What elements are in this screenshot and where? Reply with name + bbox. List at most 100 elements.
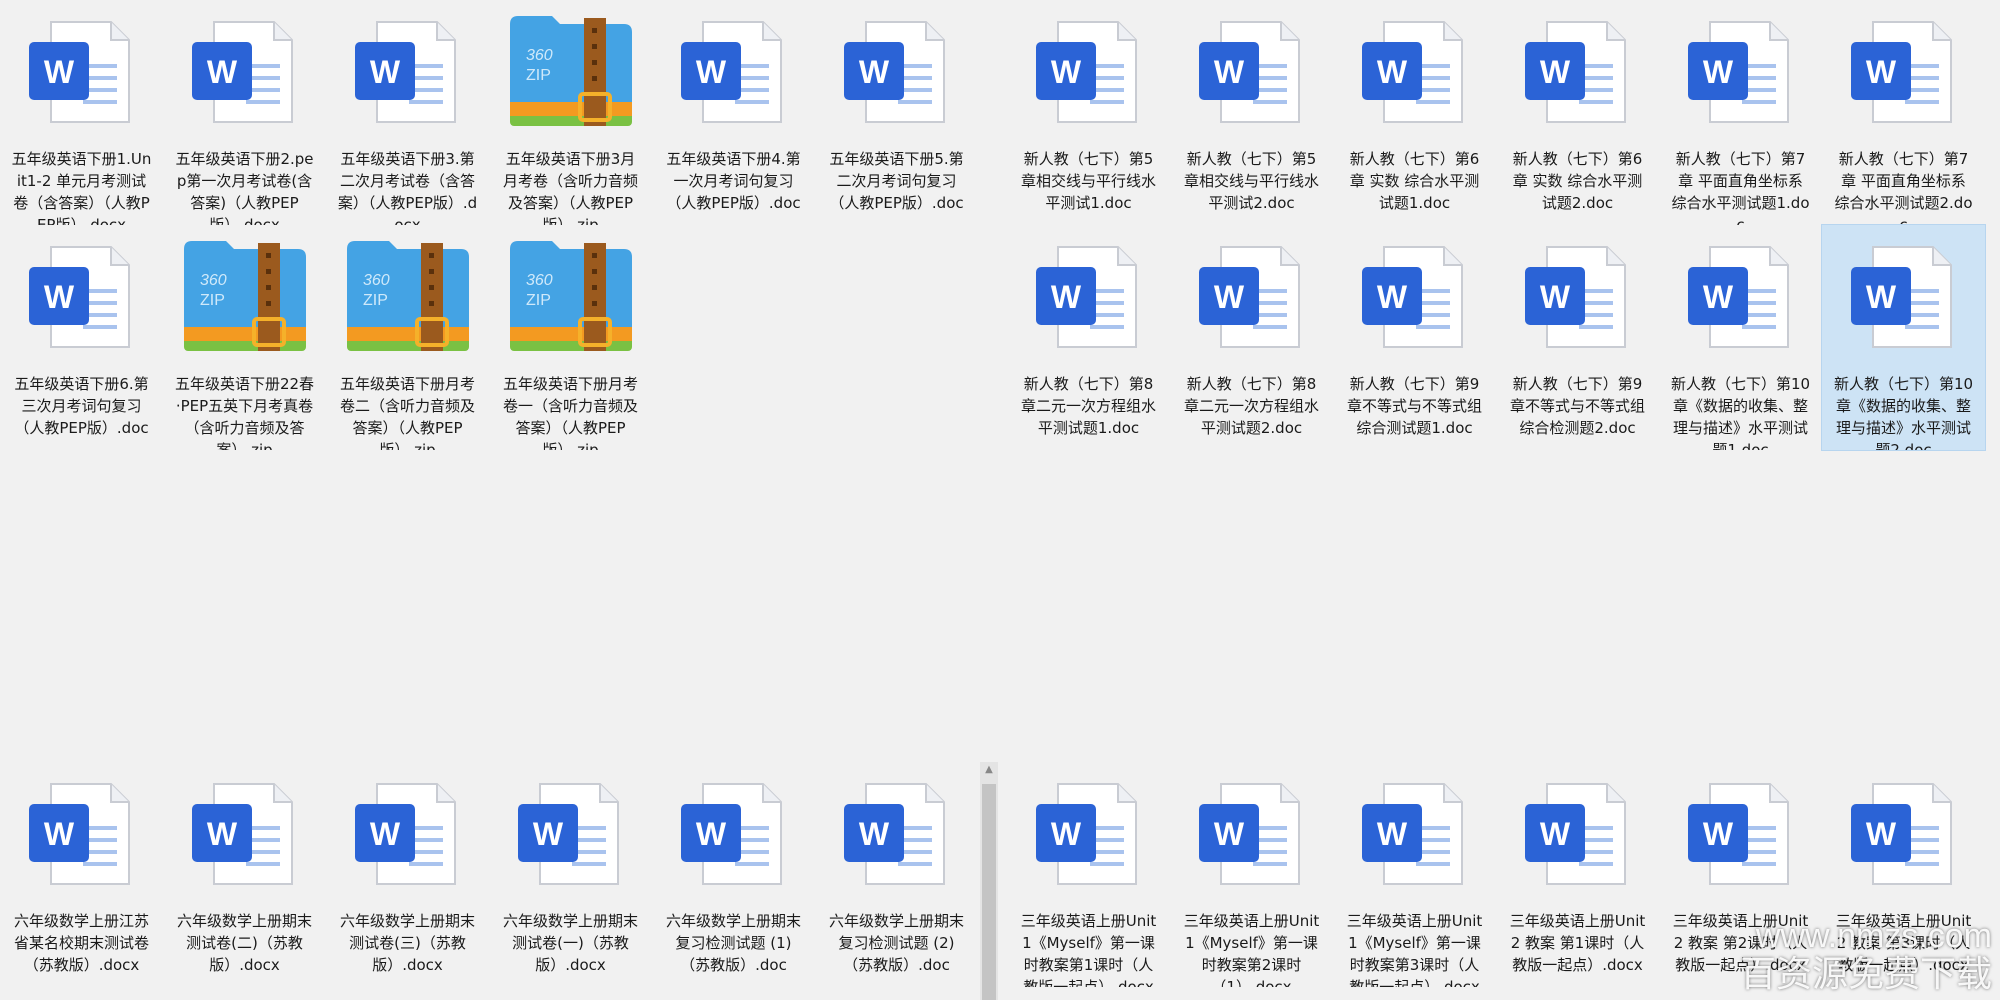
word-document-icon: W [1026, 14, 1152, 132]
svg-text:W: W [1213, 279, 1244, 315]
file-item[interactable]: 360 ZIP 五年级英语下册3月月考卷（含听力音频及答案）（人教PEP版）.zip [489, 0, 652, 225]
word-document-icon: W [671, 776, 797, 894]
word-document-icon: W [508, 776, 634, 894]
watermark-url: www.nmzs.com [1755, 917, 1992, 955]
word-document-icon: W [1352, 776, 1478, 894]
file-panel-bottom-left: W 六年级数学上册江苏省某名校期末测试卷（苏教版）.docx W 六年级数学上册期末测… [0, 762, 990, 987]
file-item[interactable]: 360 ZIP 五年级英语下册月考卷一（含听力音频及答案）（人教PEP版）.zip [489, 225, 652, 450]
word-document-icon: W [1515, 14, 1641, 132]
svg-text:W: W [43, 54, 74, 90]
file-item[interactable]: W 六年级数学上册江苏省某名校期末测试卷（苏教版）.docx [0, 762, 163, 987]
file-item[interactable]: W 新人教（七下）第7章 平面直角坐标系 综合水平测试题1.doc [1659, 0, 1822, 225]
word-document-icon: W [1352, 239, 1478, 357]
svg-text:W: W [1376, 279, 1407, 315]
svg-text:W: W [1702, 54, 1733, 90]
svg-text:W: W [858, 816, 889, 852]
word-document-icon: W [1678, 239, 1804, 357]
svg-text:W: W [1865, 54, 1896, 90]
file-name-label: 五年级英语下册6.第三次月考词句复习（人教PEP版）.doc [14, 375, 149, 437]
word-document-icon: W [671, 14, 797, 132]
file-item[interactable]: W 五年级英语下册6.第三次月考词句复习（人教PEP版）.doc [0, 225, 163, 450]
word-document-icon: W [182, 14, 308, 132]
file-name-label: 五年级英语下册3月月考卷（含听力音频及答案）（人教PEP版）.zip [502, 150, 638, 225]
file-grid: W 新人教（七下）第5章相交线与平行线水平测试1.doc W 新人教（七下）第5章相交… [1007, 0, 1997, 451]
svg-text:ZIP: ZIP [526, 292, 551, 309]
svg-text:W: W [1702, 279, 1733, 315]
svg-text:W: W [1050, 279, 1081, 315]
word-document-icon: W [1841, 239, 1967, 357]
word-document-icon: W [345, 14, 471, 132]
file-name-label: 新人教（七下）第8章二元一次方程组水平测试题1.doc [1020, 375, 1156, 437]
svg-text:W: W [1539, 279, 1570, 315]
file-item[interactable]: W 五年级英语下册1.Unit1-2 单元月考测试卷（含答案）（人教PEP版）.d… [0, 0, 163, 225]
file-item[interactable]: W 新人教（七下）第10章《数据的收集、整理与描述》水平测试题2.doc [1821, 224, 1986, 451]
file-item[interactable]: W 五年级英语下册2.pep第一次月考试卷(含答案)（人教PEP版）.docx [163, 0, 326, 225]
file-name-label: 新人教（七下）第10章《数据的收集、整理与描述》水平测试题2.doc [1833, 375, 1974, 450]
file-item[interactable]: W 三年级英语上册Unit 1《Myself》第一课时教案第2课时（1）.docx [1170, 762, 1333, 987]
file-name-label: 五年级英语下册2.pep第一次月考试卷(含答案)（人教PEP版）.docx [175, 150, 314, 225]
file-item[interactable]: W 新人教（七下）第5章相交线与平行线水平测试2.doc [1170, 0, 1333, 225]
word-document-icon: W [19, 14, 145, 132]
file-item[interactable]: W 新人教（七下）第6章 实数 综合水平测试题2.doc [1496, 0, 1659, 225]
vertical-scrollbar[interactable]: ▲ [980, 762, 998, 1000]
svg-text:W: W [43, 279, 74, 315]
file-item[interactable]: W 新人教（七下）第7章 平面直角坐标系 综合水平测试题2.doc [1822, 0, 1985, 225]
file-item[interactable]: W 三年级英语上册Unit 1《Myself》第一课时教案第1课时（人教版一起点）… [1007, 762, 1170, 987]
word-document-icon: W [1515, 239, 1641, 357]
file-item[interactable]: W 新人教（七下）第9章不等式与不等式组综合检测题2.doc [1496, 225, 1659, 450]
file-item[interactable]: W 五年级英语下册5.第二次月考词句复习（人教PEP版）.doc [815, 0, 978, 225]
file-item[interactable]: 360 ZIP 五年级英语下册月考卷二（含听力音频及答案）（人教PEP版）.zip [326, 225, 489, 450]
word-document-icon: W [1678, 776, 1804, 894]
file-item[interactable]: W 六年级数学上册期末测试卷(一)（苏教版）.docx [489, 762, 652, 987]
svg-text:W: W [1213, 54, 1244, 90]
file-item[interactable]: W 新人教（七下）第8章二元一次方程组水平测试题1.doc [1007, 225, 1170, 450]
svg-text:360: 360 [200, 272, 227, 289]
svg-text:W: W [695, 54, 726, 90]
zip-archive-icon: 360 ZIP [508, 14, 634, 132]
file-item[interactable]: W 六年级数学上册期末测试卷(三)（苏教版）.docx [326, 762, 489, 987]
zip-archive-icon: 360 ZIP [182, 239, 308, 357]
file-item[interactable]: W 六年级数学上册期末复习检测试题 (2)（苏教版）.doc [815, 762, 978, 987]
word-document-icon: W [1352, 14, 1478, 132]
file-grid: W 六年级数学上册江苏省某名校期末测试卷（苏教版）.docx W 六年级数学上册期末测… [0, 762, 990, 987]
svg-text:W: W [1865, 279, 1896, 315]
file-item[interactable]: W 六年级数学上册期末测试卷(二)（苏教版）.docx [163, 762, 326, 987]
zip-archive-icon: 360 ZIP [508, 239, 634, 357]
svg-text:W: W [206, 54, 237, 90]
file-panel-top-left: W 五年级英语下册1.Unit1-2 单元月考测试卷（含答案）（人教PEP版）.d… [0, 0, 990, 450]
svg-text:W: W [1050, 816, 1081, 852]
file-name-label: 新人教（七下）第8章二元一次方程组水平测试题2.doc [1183, 375, 1319, 437]
file-item[interactable]: W 三年级英语上册Unit 1《Myself》第一课时教案第3课时（人教版一起点）… [1333, 762, 1496, 987]
file-name-label: 六年级数学上册期末复习检测试题 (1)（苏教版）.doc [665, 912, 801, 974]
scrollbar-thumb[interactable] [982, 784, 996, 1000]
svg-text:ZIP: ZIP [363, 292, 388, 309]
word-document-icon: W [1189, 14, 1315, 132]
file-item[interactable]: W 新人教（七下）第10章《数据的收集、整理与描述》水平测试题1.doc [1659, 225, 1822, 450]
file-name-label: 五年级英语下册5.第二次月考词句复习（人教PEP版）.doc [829, 150, 964, 212]
svg-text:W: W [1539, 816, 1570, 852]
file-name-label: 五年级英语下册1.Unit1-2 单元月考测试卷（含答案）（人教PEP版）.do… [11, 150, 152, 225]
file-item[interactable]: W 新人教（七下）第6章 实数 综合水平测试题1.doc [1333, 0, 1496, 225]
file-name-label: 五年级英语下册月考卷一（含听力音频及答案）（人教PEP版）.zip [502, 375, 638, 450]
file-item[interactable]: W 五年级英语下册4.第一次月考词句复习（人教PEP版）.doc [652, 0, 815, 225]
file-name-label: 五年级英语下册22春·PEP五英下月考真卷（含听力音频及答案）.zip [174, 375, 315, 450]
svg-text:W: W [1865, 816, 1896, 852]
file-item[interactable]: W 新人教（七下）第9章不等式与不等式组综合测试题1.doc [1333, 225, 1496, 450]
file-name-label: 新人教（七下）第5章相交线与平行线水平测试2.doc [1183, 150, 1319, 212]
svg-text:W: W [1376, 54, 1407, 90]
file-name-label: 五年级英语下册4.第一次月考词句复习（人教PEP版）.doc [666, 150, 801, 212]
file-item[interactable]: W 新人教（七下）第5章相交线与平行线水平测试1.doc [1007, 0, 1170, 225]
file-name-label: 六年级数学上册期末测试卷(三)（苏教版）.docx [339, 912, 475, 974]
file-item[interactable]: W 五年级英语下册3.第二次月考试卷（含答案）（人教PEP版）.docx [326, 0, 489, 225]
file-item[interactable]: W 六年级数学上册期末复习检测试题 (1)（苏教版）.doc [652, 762, 815, 987]
file-item[interactable]: 360 ZIP 五年级英语下册22春·PEP五英下月考真卷（含听力音频及答案）.zi… [163, 225, 326, 450]
file-item[interactable]: W 三年级英语上册Unit 2 教案 第1课时（人教版一起点）.docx [1496, 762, 1659, 987]
file-name-label: 新人教（七下）第10章《数据的收集、整理与描述》水平测试题1.doc [1670, 375, 1811, 450]
svg-text:W: W [1376, 816, 1407, 852]
scroll-up-arrow-icon[interactable]: ▲ [980, 764, 998, 775]
word-document-icon: W [1841, 14, 1967, 132]
word-document-icon: W [1026, 239, 1152, 357]
file-item[interactable]: W 新人教（七下）第8章二元一次方程组水平测试题2.doc [1170, 225, 1333, 450]
word-document-icon: W [1189, 239, 1315, 357]
file-name-label: 六年级数学上册期末测试卷(二)（苏教版）.docx [176, 912, 312, 974]
